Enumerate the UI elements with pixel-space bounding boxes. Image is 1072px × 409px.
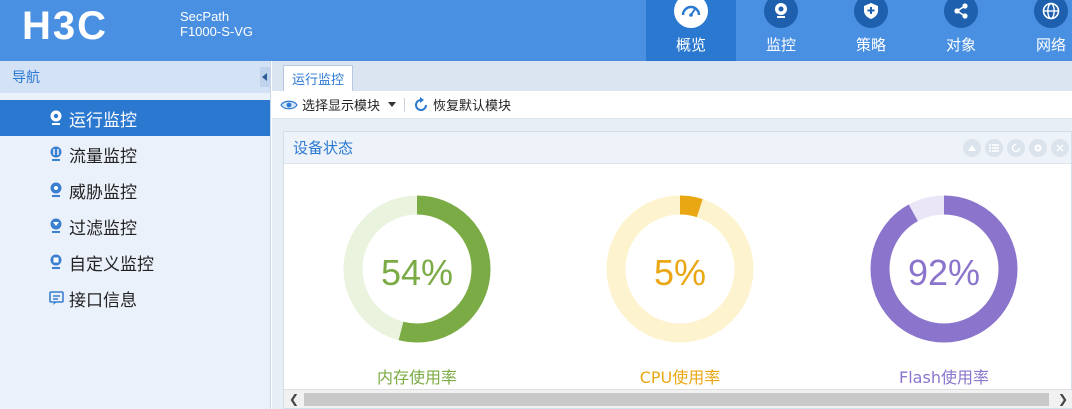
- topnav-network[interactable]: 网络: [1006, 0, 1072, 61]
- cpu-gauge: 5% CPU使用率: [605, 194, 765, 387]
- close-panel-button[interactable]: [1051, 139, 1069, 157]
- sidebar-item-custom-monitor[interactable]: 自定义监控: [0, 244, 270, 280]
- main-content: 运行监控 选择显示模块 恢复默认模块 设备状态 54% 内存使用率 5% CPU…: [272, 61, 1072, 409]
- scrollbar-thumb[interactable]: [304, 393, 1049, 406]
- share-icon: [944, 0, 978, 28]
- traffic-monitor-icon: [48, 146, 64, 162]
- triangle-up-icon: [968, 145, 976, 151]
- topnav-policy[interactable]: 策略: [826, 0, 916, 61]
- topnav-overview-label: 概览: [675, 36, 706, 54]
- h3c-logo: H3C: [22, 4, 109, 48]
- sidebar-item-label: 接口信息: [69, 290, 137, 311]
- device-status-panel: 设备状态 54% 内存使用率 5% CPU使用率 92% Flash使用率 ❮ …: [283, 131, 1072, 409]
- topnav-monitor-label: 监控: [765, 36, 796, 54]
- eye-icon: [280, 100, 298, 109]
- filter-monitor-icon: [48, 218, 64, 234]
- restore-default-label: 恢复默认模块: [433, 99, 512, 114]
- list-view-button[interactable]: [985, 139, 1003, 157]
- restore-default-button[interactable]: 恢复默认模块: [413, 95, 511, 114]
- horizontal-scrollbar[interactable]: ❮ ❯: [284, 389, 1072, 408]
- sidebar-header: 导航: [0, 61, 270, 93]
- model-line-2: F1000-S-VG: [180, 24, 253, 39]
- sidebar-item-label: 运行监控: [69, 110, 137, 131]
- dashboard-icon: [674, 0, 708, 28]
- chevron-left-icon: [262, 73, 267, 81]
- cpu-usage-value: 5%: [653, 252, 707, 293]
- sidebar-item-threat-monitor[interactable]: 威胁监控: [0, 172, 270, 208]
- module-toolbar: 选择显示模块 恢复默认模块: [272, 91, 1072, 119]
- cpu-usage-label: CPU使用率: [639, 368, 721, 387]
- memory-usage-value: 54%: [380, 252, 454, 293]
- panel-header: 设备状态: [284, 132, 1071, 164]
- settings-panel-button[interactable]: [1029, 139, 1047, 157]
- select-modules-dropdown[interactable]: 选择显示模块: [280, 95, 397, 114]
- sidebar-title: 导航: [12, 70, 40, 86]
- flash-usage-label: Flash使用率: [899, 368, 989, 387]
- sidebar-item-filter-monitor[interactable]: 过滤监控: [0, 208, 270, 244]
- refresh-small-icon: [1011, 143, 1021, 153]
- memory-usage-label: 内存使用率: [376, 368, 457, 387]
- threat-monitor-icon: [48, 182, 64, 198]
- top-header: H3C SecPath F1000-S-VG 概览 监控 策略 对象 网络: [0, 0, 1072, 61]
- refresh-icon: [415, 96, 428, 111]
- memory-gauge: 54% 内存使用率: [342, 194, 502, 387]
- gear-icon: [1034, 144, 1042, 152]
- scroll-right-icon[interactable]: ❯: [1056, 392, 1070, 406]
- shield-plus-icon: [854, 0, 888, 28]
- topnav-object[interactable]: 对象: [916, 0, 1006, 61]
- topnav-monitor[interactable]: 监控: [736, 0, 826, 61]
- camera-icon: [764, 0, 798, 28]
- sidebar: 导航 运行监控 流量监控 威胁监控 过滤监控 自定义监控 接口信息: [0, 61, 271, 409]
- toolbar-divider: [404, 97, 406, 112]
- sidebar-item-label: 流量监控: [69, 146, 137, 167]
- sidebar-item-label: 过滤监控: [69, 218, 137, 239]
- caret-down-icon: [388, 102, 397, 107]
- flash-usage-value: 92%: [907, 252, 981, 293]
- sidebar-item-traffic-monitor[interactable]: 流量监控: [0, 136, 270, 172]
- scroll-left-icon[interactable]: ❮: [287, 392, 301, 406]
- list-icon: [989, 144, 999, 152]
- topnav-policy-label: 策略: [855, 36, 886, 54]
- collapse-panel-button[interactable]: [963, 139, 981, 157]
- topnav-object-label: 对象: [945, 36, 976, 54]
- top-navigation: 概览 监控 策略 对象 网络: [646, 0, 1072, 61]
- custom-monitor-icon: [48, 254, 64, 270]
- select-modules-label: 选择显示模块: [302, 99, 381, 114]
- monitor-eye-icon: [48, 110, 64, 126]
- sidebar-menu: 运行监控 流量监控 威胁监控 过滤监控 自定义监控 接口信息: [0, 100, 270, 316]
- panel-tools: [963, 139, 1069, 157]
- topnav-network-label: 网络: [1035, 36, 1066, 54]
- tab-bar: 运行监控: [272, 61, 1072, 91]
- model-line-1: SecPath: [180, 9, 230, 24]
- tab-run-monitor[interactable]: 运行监控: [283, 65, 354, 91]
- interface-info-icon: [48, 290, 64, 306]
- topnav-overview[interactable]: 概览: [646, 0, 736, 61]
- device-model: SecPath F1000-S-VG: [180, 9, 253, 39]
- sidebar-item-label: 自定义监控: [69, 254, 154, 275]
- sidebar-collapse-button[interactable]: [260, 67, 270, 87]
- refresh-panel-button[interactable]: [1007, 139, 1025, 157]
- sidebar-item-interface-info[interactable]: 接口信息: [0, 280, 270, 316]
- flash-gauge: 92% Flash使用率: [869, 194, 1029, 387]
- panel-title: 设备状态: [293, 139, 354, 157]
- sidebar-item-label: 威胁监控: [69, 182, 137, 203]
- close-icon: [1056, 144, 1064, 152]
- sidebar-item-run-monitor[interactable]: 运行监控: [0, 100, 270, 136]
- globe-icon: [1034, 0, 1068, 28]
